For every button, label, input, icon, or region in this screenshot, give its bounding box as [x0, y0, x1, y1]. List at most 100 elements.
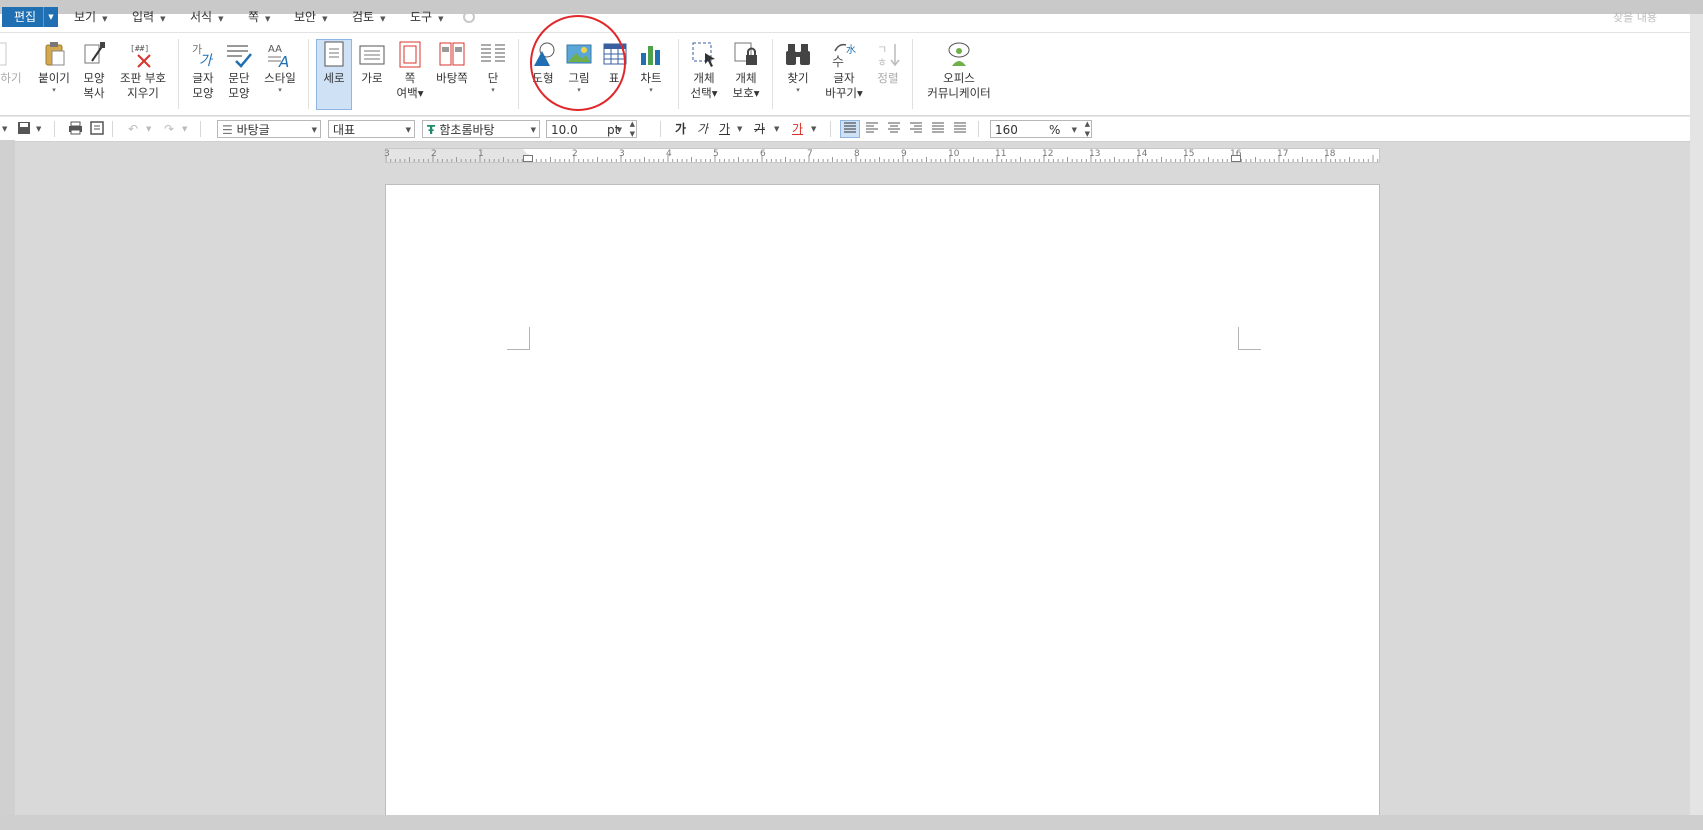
left-indent-marker[interactable] — [523, 155, 533, 162]
char-shape-button[interactable]: 가가 글자 모양 — [188, 39, 218, 101]
right-indent-marker[interactable] — [1231, 155, 1241, 162]
chevron-down-icon[interactable]: ▼ — [36, 121, 41, 137]
font-size-value: 10.0 — [551, 123, 578, 137]
chart-button[interactable]: 차트 ▾ — [636, 39, 666, 95]
format-painter-button[interactable]: 모양 복사 — [78, 39, 110, 101]
font-color-button[interactable]: 가 — [792, 121, 803, 137]
align-distribute-icon[interactable] — [931, 121, 945, 139]
char-replace-button[interactable]: 수水 글자 바꾸기▾ — [824, 39, 864, 101]
char-replace-label: 글자 — [833, 71, 855, 85]
toolbar-separator — [978, 121, 979, 137]
page-margin-button[interactable]: 쪽 여백▾ — [394, 39, 426, 101]
chevron-down-icon[interactable]: ▼ — [811, 121, 816, 137]
columns-button[interactable]: 단 ▾ — [478, 39, 508, 95]
chevron-down-icon[interactable]: ▼ — [43, 7, 58, 27]
undo-cut-button[interactable]: 하기 — [0, 39, 26, 86]
landscape-button[interactable]: 가로 — [356, 39, 388, 86]
chart-icon — [636, 39, 666, 69]
svg-text:수: 수 — [832, 55, 844, 69]
chevron-down-icon: ▾ — [278, 86, 282, 94]
chevron-down-icon: ▾ — [796, 86, 800, 94]
chevron-down-icon[interactable]: ▼ — [182, 121, 187, 137]
ribbon-separator — [772, 39, 773, 109]
ribbon-toolbar: 하기 붙이기 ▾ 모양 복사 [##] 조판 부호 지우기 가가 글자 모양 문… — [0, 15, 1690, 115]
landscape-label: 가로 — [361, 71, 383, 85]
ruler-label: 2 — [431, 149, 437, 159]
chart-label: 차트 — [640, 71, 662, 85]
print-icon[interactable] — [68, 121, 83, 139]
menu-security[interactable]: 보안 ▼ — [294, 7, 327, 27]
chevron-down-icon[interactable]: ▼ — [146, 121, 151, 137]
para-shape-button[interactable]: 문단 모양 — [224, 39, 254, 101]
stepper-icon[interactable]: ▲ ▼ — [1085, 119, 1090, 139]
search-input[interactable]: 찾을 내용 — [1613, 9, 1657, 25]
find-button[interactable]: 찾기 ▾ — [782, 39, 814, 95]
document-page[interactable] — [385, 184, 1380, 830]
zoom-input[interactable]: 160 % ▼ ▲ ▼ — [990, 120, 1092, 138]
font-size-input[interactable]: 10.0 pt ▼ ▲ ▼ — [546, 120, 637, 138]
ruler-label: 10 — [948, 149, 960, 159]
undo-icon[interactable]: ↶ — [128, 121, 138, 137]
underline-button[interactable]: 가 — [719, 121, 730, 137]
align-left-icon[interactable] — [865, 121, 879, 139]
office-communicator-button[interactable]: 오피스 커뮤니케이터 — [922, 39, 996, 101]
clipboard-icon — [39, 39, 69, 69]
para-shape-label2: 모양 — [228, 86, 250, 100]
language-select[interactable]: 대표 ▼ — [328, 120, 415, 138]
save-icon[interactable] — [17, 121, 31, 139]
horizontal-ruler[interactable]: 3 2 1 1 2 3 4 5 6 7 8 9 10 11 12 13 14 15 16 17 18 — [384, 148, 1380, 163]
master-page-label: 바탕쪽 — [436, 71, 468, 85]
sort-button[interactable]: ㄱㅎ 정렬 — [872, 39, 904, 86]
office-communicator-label2: 커뮤니케이터 — [927, 86, 991, 100]
align-split-icon[interactable] — [953, 121, 967, 139]
menu-edit[interactable]: 편집 ▼ — [2, 7, 58, 27]
redo-icon[interactable]: ↷ — [164, 121, 174, 137]
portrait-button[interactable]: 세로 — [318, 39, 350, 86]
clear-marks-button[interactable]: [##] 조판 부호 지우기 — [116, 39, 170, 101]
ruler-label: 8 — [854, 149, 860, 159]
align-justify-icon[interactable] — [843, 121, 857, 139]
paste-button[interactable]: 붙이기 ▾ — [36, 39, 72, 95]
chevron-down-icon: ▼ — [1071, 126, 1077, 134]
menu-bar: 편집 ▼ 보기 ▼ 입력 ▼ 서식 ▼ 쪽 ▼ 보안 ▼ 검토 ▼ 도구 ▼ 찾을 내용 — [0, 0, 1703, 33]
object-select-label: 개체 — [693, 71, 715, 85]
svg-text:A: A — [278, 53, 289, 69]
menu-format[interactable]: 서식 ▼ — [190, 7, 223, 27]
strikethrough-button[interactable]: 가 — [754, 121, 765, 137]
gear-icon[interactable] — [463, 11, 475, 23]
menu-review-label: 검토 — [352, 10, 375, 24]
preview-icon[interactable] — [90, 121, 104, 139]
italic-button[interactable]: 가 — [697, 121, 708, 137]
font-select[interactable]: Ŧ 함초롬바탕 ▼ — [422, 120, 540, 138]
portrait-label: 세로 — [323, 71, 345, 85]
menu-page[interactable]: 쪽 ▼ — [248, 7, 270, 27]
zoom-value: 160 — [995, 123, 1018, 137]
object-protect-button[interactable]: 개체 보호▾ — [730, 39, 762, 101]
align-right-icon[interactable] — [909, 121, 923, 139]
format-painter-icon — [79, 39, 109, 69]
style-select[interactable]: ☰ 바탕글 ▼ — [217, 120, 321, 138]
top-right-margin-mark — [1238, 327, 1261, 350]
master-page-button[interactable]: 바탕쪽 — [432, 39, 472, 86]
svg-text:ㅎ: ㅎ — [877, 56, 887, 69]
menu-view[interactable]: 보기 ▼ — [74, 7, 107, 27]
ribbon-separator — [178, 39, 179, 109]
align-center-icon[interactable] — [887, 121, 901, 139]
chevron-down-icon[interactable]: ▼ — [774, 121, 779, 137]
chevron-down-icon[interactable]: ▼ — [2, 121, 7, 137]
para-shape-label: 문단 — [228, 71, 250, 85]
menu-review[interactable]: 검토 ▼ — [352, 7, 385, 27]
bold-button[interactable]: 가 — [675, 121, 686, 137]
chevron-down-icon: ▼ — [265, 15, 271, 23]
chevron-down-icon: ▼ — [530, 126, 536, 134]
char-replace-label2: 바꾸기▾ — [825, 86, 863, 100]
menu-tools[interactable]: 도구 ▼ — [410, 7, 443, 27]
chevron-down-icon[interactable]: ▼ — [737, 121, 742, 137]
menu-insert[interactable]: 입력 ▼ — [132, 7, 165, 27]
style-button[interactable]: AA A 스타일 ▾ — [260, 39, 300, 95]
para-shape-icon — [224, 39, 254, 69]
document-icon — [0, 39, 26, 69]
stepper-icon[interactable]: ▲ ▼ — [630, 119, 635, 139]
object-select-button[interactable]: 개체 선택▾ — [688, 39, 720, 101]
page-margin-label: 쪽 — [404, 71, 416, 85]
